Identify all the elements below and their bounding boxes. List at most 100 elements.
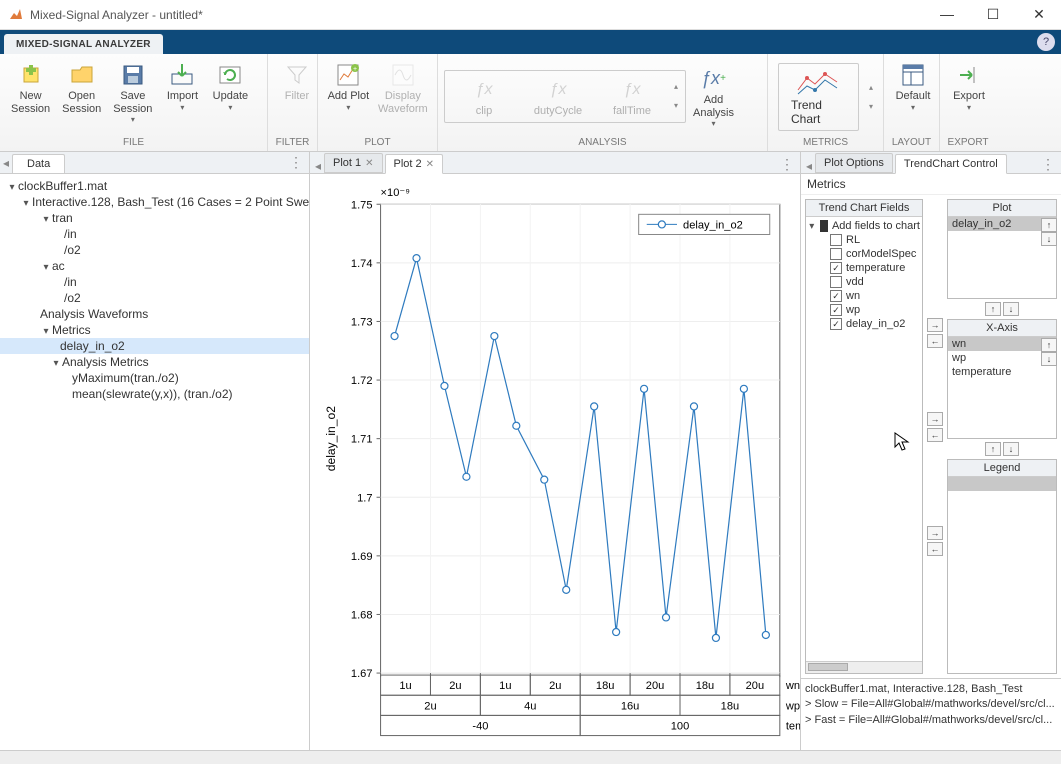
plot-up[interactable]: ↑ [1041,218,1057,232]
svg-text:16u: 16u [621,700,639,712]
tab-plot-options[interactable]: Plot Options [815,153,893,173]
trend-chart-fields-box: Trend Chart Fields ▾Add fields to chart … [805,199,923,674]
tree-analysis-waveforms: Analysis Waveforms [0,306,309,322]
move-left-1[interactable]: ← [927,334,943,348]
close-button[interactable]: ✕ [1025,6,1053,23]
checkbox-icon[interactable] [830,248,842,260]
analysis-gallery-expand[interactable]: ▴▾ [669,73,683,121]
legend-list[interactable] [948,477,1056,673]
svg-text:+: + [353,66,357,73]
close-icon[interactable]: ✕ [426,159,434,170]
svg-text:temperature: temperature [786,721,800,733]
field-temperature[interactable]: temperature [808,261,920,275]
add-analysis-button[interactable]: ƒx+Add Analysis▾ [688,62,739,131]
help-icon[interactable]: ? [1037,33,1055,51]
field-wp[interactable]: wp [808,303,920,317]
update-button[interactable]: Update▾ [207,58,253,115]
svg-text:1.75: 1.75 [351,199,373,211]
metrics-header: Metrics [801,174,1061,195]
fields-list[interactable]: ▾Add fields to chart RLcorModelSpectempe… [806,217,922,661]
tree-delay: delay_in_o2 [0,338,309,354]
close-icon[interactable]: ✕ [365,158,373,169]
checkbox-icon[interactable] [830,304,842,316]
move-right-1[interactable]: → [927,318,943,332]
plot-grip-left[interactable]: ◂ [312,159,324,173]
move-right-3[interactable]: → [927,526,943,540]
tree-metrics: ▾Metrics [0,322,309,338]
xaxis-list[interactable]: wnwptemperature [948,337,1056,438]
tab-plot1[interactable]: Plot 1✕ [324,153,383,173]
plot-down[interactable]: ↓ [1041,232,1057,246]
checkbox-icon[interactable] [830,290,842,302]
swap-down-2[interactable]: ↓ [1003,442,1019,456]
swap-up-1[interactable]: ↑ [985,302,1001,316]
fields-hscroll[interactable] [806,661,922,673]
field-vdd[interactable]: vdd [808,275,920,289]
right-grip[interactable]: ◂ [803,159,815,173]
display-waveform-button: Display Waveform [375,58,431,118]
svg-text:delay_in_o2: delay_in_o2 [683,219,743,231]
tree-ac: ▾ac [0,258,309,274]
checkbox-icon[interactable] [830,262,842,274]
trend-chart-button[interactable]: Trend Chart [778,63,859,131]
group-label-plot: PLOT [318,135,437,151]
default-layout-button[interactable]: Default▾ [890,58,936,115]
svg-text:18u: 18u [721,700,739,712]
add-plot-button[interactable]: +Add Plot▾ [324,58,373,115]
field-corModelSpec[interactable]: corModelSpec [808,247,920,261]
plot-list[interactable]: delay_in_o2 [948,217,1056,298]
data-tree[interactable]: ▾clockBuffer1.mat ▾Interactive.128, Bash… [0,174,309,750]
svg-text:1.72: 1.72 [351,375,373,387]
data-tab[interactable]: Data [12,154,65,173]
info-box: clockBuffer1.mat, Interactive.128, Bash_… [801,678,1061,750]
move-left-3[interactable]: ← [927,542,943,556]
ribbon: New Session Open Session Save Session▾ I… [0,54,1061,152]
xaxis-down[interactable]: ↓ [1041,352,1057,366]
svg-text:1.71: 1.71 [351,434,373,446]
title-bar: Mixed-Signal Analyzer - untitled* — ☐ ✕ [0,0,1061,30]
group-label-analysis: ANALYSIS [438,135,767,151]
analysis-dutycycle-button: ƒxdutyCycle [521,73,595,121]
swap-down-1[interactable]: ↓ [1003,302,1019,316]
save-session-button[interactable]: Save Session▾ [108,58,157,127]
plot-panel-menu[interactable]: ⋮ [780,156,794,173]
tab-plot2[interactable]: Plot 2✕ [385,154,444,174]
tree-case: ▾Interactive.128, Bash_Test (16 Cases = … [0,194,309,210]
move-left-2[interactable]: ← [927,428,943,442]
svg-text:20u: 20u [746,680,764,692]
stop-icon [820,220,828,232]
svg-text:2u: 2u [424,700,436,712]
data-panel-menu[interactable]: ⋮ [289,154,303,171]
checkbox-icon[interactable] [830,318,842,330]
field-RL[interactable]: RL [808,233,920,247]
move-right-2[interactable]: → [927,412,943,426]
maximize-button[interactable]: ☐ [979,6,1007,23]
new-session-button[interactable]: New Session [6,58,55,118]
analysis-falltime-button: ƒxfallTime [595,73,669,121]
app-tab[interactable]: MIXED-SIGNAL ANALYZER [4,34,163,54]
svg-text:wp: wp [785,700,800,712]
tab-trendchart-control[interactable]: TrendChart Control [895,154,1007,174]
field-delay_in_o2[interactable]: delay_in_o2 [808,317,920,331]
right-panel-menu[interactable]: ⋮ [1041,156,1055,173]
svg-text:×10⁻⁹: ×10⁻⁹ [381,187,410,199]
checkbox-icon[interactable] [830,276,842,288]
trend-chart-plot[interactable]: 1.671.681.691.71.711.721.731.741.75×10⁻⁹… [310,174,800,754]
field-wn[interactable]: wn [808,289,920,303]
panel-grip-left[interactable]: ◂ [0,156,12,170]
xaxis-up[interactable]: ↑ [1041,338,1057,352]
tree-tran-in: /in [0,226,309,242]
data-panel: ◂ Data ⋮ ▾clockBuffer1.mat ▾Interactive.… [0,152,310,750]
plot-box: Plot delay_in_o2 ↑↓ [947,199,1057,299]
checkbox-icon[interactable] [830,234,842,246]
open-session-button[interactable]: Open Session [57,58,106,118]
import-button[interactable]: Import▾ [159,58,205,115]
tree-root: ▾clockBuffer1.mat [0,178,309,194]
export-button[interactable]: Export▾ [946,58,992,115]
metrics-gallery-expand[interactable]: ▴▾ [865,83,877,111]
svg-text:1.67: 1.67 [351,668,373,680]
fields-header: Trend Chart Fields [806,200,922,217]
minimize-button[interactable]: — [933,6,961,23]
svg-text:1u: 1u [499,680,511,692]
swap-up-2[interactable]: ↑ [985,442,1001,456]
